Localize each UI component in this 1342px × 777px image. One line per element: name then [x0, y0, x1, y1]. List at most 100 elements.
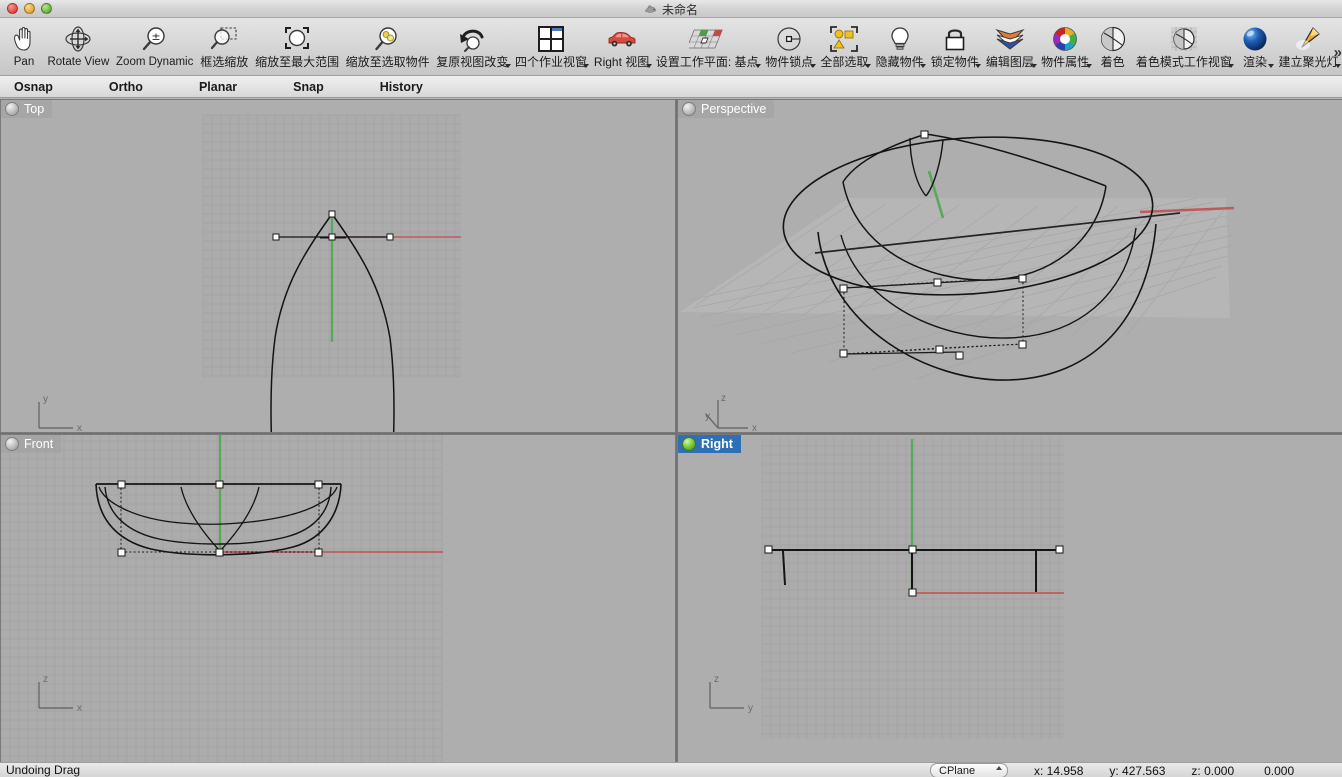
axis-gizmo-top: y x [38, 394, 82, 432]
toolbar-button-create-spotlight[interactable]: 建立聚光灯 [1275, 20, 1342, 69]
chevron-down-icon[interactable] [645, 64, 652, 68]
toolbar-button-four-viewports[interactable]: 四个作业视窗 [512, 20, 591, 69]
toolbar-label: 设置工作平面: 基点 [655, 55, 759, 69]
cplane-dropdown[interactable]: CPlane [930, 763, 1008, 777]
toggle-ortho[interactable]: Ortho [109, 80, 143, 94]
toolbar-label: 渲染 [1243, 55, 1268, 69]
rhino-icon [644, 4, 657, 13]
chevron-down-icon[interactable] [920, 64, 927, 68]
toolbar-button-zoom-extents[interactable]: 缩放至最大范围 [252, 20, 343, 69]
toolbar-button-pan[interactable]: Pan [4, 20, 44, 69]
chevron-down-icon[interactable] [809, 64, 816, 68]
toolbar-button-osnap[interactable]: 物件锁点 [762, 20, 817, 69]
osnap-icon [774, 22, 804, 55]
toggle-snap[interactable]: Snap [293, 80, 324, 94]
chevron-down-icon[interactable] [1334, 64, 1341, 68]
window-title: 未命名 [661, 2, 698, 17]
minimize-window-button[interactable] [24, 3, 35, 14]
svg-text:y: y [748, 703, 753, 714]
toolbar-button-undo-view[interactable]: 复原视图改变 [433, 20, 512, 69]
chevron-down-icon[interactable] [1268, 64, 1275, 68]
lock-icon [942, 22, 968, 55]
zoom-dynamic-icon: ± [140, 22, 170, 55]
chevron-down-icon[interactable] [754, 64, 761, 68]
set-cplane-origin-icon [689, 22, 725, 55]
chevron-down-icon[interactable] [1228, 64, 1235, 68]
zoom-extents-icon [282, 22, 312, 55]
toolbar-button-render[interactable]: 渲染 [1235, 20, 1275, 69]
toolbar-label: 建立聚光灯 [1278, 55, 1339, 69]
viewport-top[interactable]: y x Top [0, 99, 676, 433]
coordinate-extra: 0.000 [1264, 763, 1295, 777]
toolbar-label: 缩放至最大范围 [255, 55, 340, 69]
chevron-up-down-icon[interactable] [996, 766, 1002, 770]
green-sphere-icon [682, 437, 696, 451]
svg-text:x: x [77, 703, 82, 714]
coordinate-y: y: 427.563 [1109, 763, 1166, 777]
toolbar-button-rotate-view[interactable]: Rotate View [44, 20, 113, 69]
toolbar-button-object-properties[interactable]: 物件属性 [1038, 20, 1093, 69]
viewport-name: Front [24, 437, 54, 451]
rhino-application-window: 未命名 Pan Rotate View ± Zoom Dynamic 框选缩放 … [0, 0, 1342, 777]
viewport-title-right[interactable]: Right [678, 435, 741, 453]
toolbar-button-edit-layers[interactable]: 编辑图层 [982, 20, 1037, 69]
chevron-down-icon[interactable] [1030, 64, 1037, 68]
toolbar-label: 复原视图改变 [436, 55, 509, 69]
toolbar-button-zoom-dynamic[interactable]: ± Zoom Dynamic [113, 20, 197, 69]
coordinate-z: z: 0.000 [1191, 763, 1235, 777]
status-bar: Undoing Drag CPlane x: 14.958 y: 427.563… [0, 762, 1342, 777]
toolbar-label: 全部选取 [820, 55, 869, 69]
close-window-button[interactable] [7, 3, 18, 14]
chevron-down-icon[interactable] [975, 64, 982, 68]
maximize-window-button[interactable] [41, 3, 52, 14]
main-toolbar: Pan Rotate View ± Zoom Dynamic 框选缩放 缩放至最… [0, 18, 1342, 76]
toolbar-label: 四个作业视窗 [515, 55, 588, 69]
viewport-perspective-canvas[interactable] [678, 100, 1342, 432]
viewport-top-canvas[interactable] [1, 100, 675, 432]
toolbar-label: Zoom Dynamic [116, 56, 194, 68]
viewport-title-top[interactable]: Top [1, 100, 53, 118]
viewport-front-canvas[interactable] [1, 435, 675, 762]
toolbar-button-set-cplane-origin[interactable]: 设置工作平面: 基点 [653, 20, 762, 69]
toolbar-label: 隐藏物件 [875, 55, 924, 69]
svg-text:z: z [721, 393, 726, 404]
toolbar-button-zoom-window[interactable]: 框选缩放 [197, 20, 252, 69]
toolbar-label: 锁定物件 [930, 55, 979, 69]
toolbar-label: 框选缩放 [200, 55, 249, 69]
four-viewports-icon [536, 22, 566, 55]
viewport-name: Perspective [701, 102, 767, 116]
chevron-down-icon[interactable] [1085, 64, 1092, 68]
svg-text:z: z [714, 674, 719, 685]
chevron-down-icon[interactable] [583, 64, 590, 68]
chevron-down-icon[interactable] [504, 64, 511, 68]
viewport-grid: y x Top z x y Perspective z x Front z y … [0, 99, 1342, 763]
object-properties-icon [1050, 22, 1080, 55]
grey-sphere-icon [5, 102, 19, 116]
render-icon [1240, 22, 1270, 55]
window-controls [0, 3, 52, 14]
viewport-title-front[interactable]: Front [1, 435, 62, 453]
toolbar-button-right-view[interactable]: Right 视图 [590, 20, 652, 69]
viewport-front[interactable]: z x Front [0, 434, 676, 763]
chevron-down-icon[interactable] [865, 64, 871, 68]
viewport-right-canvas[interactable] [678, 435, 1342, 762]
viewport-right[interactable]: z y Right [677, 434, 1342, 763]
viewport-name: Top [24, 102, 45, 116]
toggle-planar[interactable]: Planar [199, 80, 237, 94]
toolbar-button-shade[interactable]: 着色 [1093, 20, 1133, 69]
shade-icon [1098, 22, 1128, 55]
toolbar-button-shaded-viewport[interactable]: 着色模式工作视窗 [1133, 20, 1235, 69]
viewport-title-perspective[interactable]: Perspective [678, 100, 775, 118]
hand-icon [11, 22, 37, 55]
viewport-perspective[interactable]: z x y Perspective [677, 99, 1342, 433]
toggle-history[interactable]: History [380, 80, 423, 94]
toolbar-overflow-icon[interactable]: » [1334, 44, 1342, 61]
toolbar-label: 着色模式工作视窗 [1135, 55, 1232, 69]
toolbar-button-select-all[interactable]: 全部选取 [817, 20, 872, 69]
toolbar-button-hide-objects[interactable]: 隐藏物件 [872, 20, 927, 69]
toolbar-button-zoom-selected[interactable]: 缩放至选取物件 [342, 20, 433, 69]
grey-sphere-icon [682, 102, 696, 116]
toggle-osnap[interactable]: Osnap [14, 80, 53, 94]
toolbar-button-lock-objects[interactable]: 锁定物件 [927, 20, 982, 69]
toolbar-label: 缩放至选取物件 [345, 55, 430, 69]
